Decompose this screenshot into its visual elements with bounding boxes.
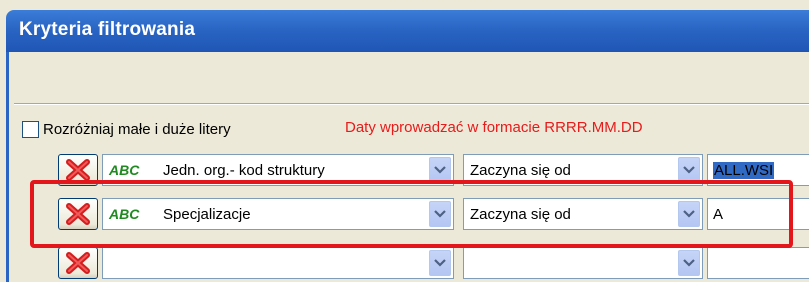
chevron-down-icon <box>434 259 446 267</box>
value-input[interactable]: A <box>707 198 809 230</box>
value-input[interactable]: ALL.WSI <box>707 154 809 186</box>
field-select-value: Jedn. org.- kod struktury <box>163 162 325 179</box>
delete-row-button[interactable] <box>58 247 98 279</box>
title-bar: Kryteria filtrowania <box>6 10 809 52</box>
filter-criteria-dialog: Kryteria filtrowania Rozróżniaj małe i d… <box>0 0 809 282</box>
chevron-down-icon <box>434 210 446 218</box>
chevron-down-icon <box>683 210 695 218</box>
field-dropdown-button[interactable] <box>429 250 451 276</box>
chevron-down-icon <box>434 166 446 174</box>
red-x-icon <box>66 252 90 274</box>
criteria-row: ABC Specjalizacje Zaczyna się od A <box>58 198 809 232</box>
operator-dropdown-button[interactable] <box>678 157 700 183</box>
field-dropdown-button[interactable] <box>429 201 451 227</box>
value-input-text: ALL.WSI <box>713 162 775 179</box>
window-title: Kryteria filtrowania <box>19 19 196 40</box>
field-select[interactable]: ABC Jedn. org.- kod struktury <box>102 154 454 186</box>
operator-dropdown-button[interactable] <box>678 201 700 227</box>
case-sensitive-label: Rozróżniaj małe i duże litery <box>43 120 231 138</box>
field-dropdown-button[interactable] <box>429 157 451 183</box>
field-select[interactable]: ABC Specjalizacje <box>102 198 454 230</box>
operator-select-value: Zaczyna się od <box>470 206 571 223</box>
case-sensitive-checkbox[interactable] <box>22 120 39 138</box>
operator-select[interactable]: Zaczyna się od <box>463 198 703 230</box>
delete-row-button[interactable] <box>58 154 98 186</box>
toolbar-separator-highlight <box>14 104 809 105</box>
value-input[interactable] <box>707 247 809 279</box>
operator-select[interactable] <box>463 247 703 279</box>
red-x-icon <box>66 159 90 181</box>
delete-row-button[interactable] <box>58 198 98 230</box>
text-type-badge: ABC <box>109 162 140 178</box>
chevron-down-icon <box>683 166 695 174</box>
field-select[interactable] <box>102 247 454 279</box>
date-format-note: Daty wprowadzać w formacie RRRR.MM.DD <box>345 119 643 136</box>
criteria-row: ABC Jedn. org.- kod struktury Zaczyna si… <box>58 154 809 188</box>
case-sensitive-option[interactable]: Rozróżniaj małe i duże litery <box>22 119 231 139</box>
chevron-down-icon <box>683 259 695 267</box>
operator-dropdown-button[interactable] <box>678 250 700 276</box>
value-input-text: A <box>713 206 724 223</box>
criteria-row <box>58 247 809 281</box>
text-type-badge: ABC <box>109 206 140 222</box>
operator-select[interactable]: Zaczyna się od <box>463 154 703 186</box>
operator-select-value: Zaczyna się od <box>470 162 571 179</box>
field-select-value: Specjalizacje <box>163 206 251 223</box>
red-x-icon <box>66 203 90 225</box>
